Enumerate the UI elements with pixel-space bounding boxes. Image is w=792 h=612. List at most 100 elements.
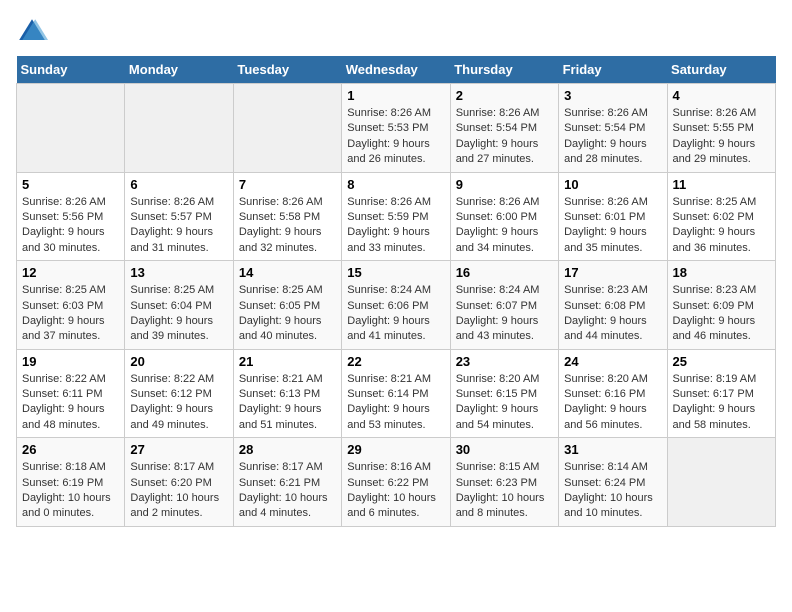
day-info: Sunrise: 8:26 AM Sunset: 5:54 PM Dayligh…: [564, 106, 661, 168]
day-number: 29: [347, 442, 444, 457]
calendar-cell: 21Sunrise: 8:21 AM Sunset: 6:13 PM Dayli…: [233, 349, 341, 438]
header-day: Sunday: [17, 56, 125, 84]
day-number: 26: [22, 442, 119, 457]
calendar-cell: 27 Sunrise: 8:17 AM Sunset: 6:20 PM Dayli…: [125, 438, 233, 527]
header-day: Tuesday: [233, 56, 341, 84]
day-info: Sunrise: 8:25 AM Sunset: 6:03 PM Dayligh…: [22, 283, 119, 345]
page-header: [16, 16, 776, 48]
calendar-cell: 7 Sunrise: 8:26 AM Sunset: 5:58 PM Daylig…: [233, 172, 341, 261]
logo: [16, 16, 52, 48]
calendar-cell: 17 Sunrise: 8:23 AM Sunset: 6:08 PM Dayli…: [559, 261, 667, 350]
day-number: 17: [564, 265, 661, 280]
day-number: 18: [673, 265, 770, 280]
calendar-cell: 4 Sunrise: 8:26 AM Sunset: 5:55 PM Daylig…: [667, 84, 775, 173]
calendar-cell: 9 Sunrise: 8:26 AM Sunset: 6:00 PM Daylig…: [450, 172, 558, 261]
day-info: Sunrise: 8:22 AM Sunset: 6:11 PM Dayligh…: [22, 372, 119, 434]
calendar-cell: [125, 84, 233, 173]
calendar-cell: 18Sunrise: 8:23 AM Sunset: 6:09 PM Dayli…: [667, 261, 775, 350]
day-number: 13: [130, 265, 227, 280]
day-info: Sunrise: 8:21 AM Sunset: 6:13 PM Dayligh…: [239, 372, 336, 434]
header-day: Thursday: [450, 56, 558, 84]
calendar-cell: 26 Sunrise: 8:18 AM Sunset: 6:19 PM Dayli…: [17, 438, 125, 527]
calendar-table: SundayMondayTuesdayWednesdayThursdayFrid…: [16, 56, 776, 527]
calendar-cell: 6 Sunrise: 8:26 AM Sunset: 5:57 PM Daylig…: [125, 172, 233, 261]
day-info: Sunrise: 8:15 AM Sunset: 6:23 PM Dayligh…: [456, 460, 553, 522]
calendar-header: SundayMondayTuesdayWednesdayThursdayFrid…: [17, 56, 776, 84]
calendar-cell: 14 Sunrise: 8:25 AM Sunset: 6:05 PM Dayli…: [233, 261, 341, 350]
day-number: 9: [456, 177, 553, 192]
calendar-cell: 15 Sunrise: 8:24 AM Sunset: 6:06 PM Dayli…: [342, 261, 450, 350]
day-info: Sunrise: 8:26 AM Sunset: 5:53 PM Dayligh…: [347, 106, 444, 168]
calendar-cell: 22Sunrise: 8:21 AM Sunset: 6:14 PM Dayli…: [342, 349, 450, 438]
calendar-body: 1 Sunrise: 8:26 AM Sunset: 5:53 PM Daylig…: [17, 84, 776, 527]
day-number: 24: [564, 354, 661, 369]
calendar-cell: 11Sunrise: 8:25 AM Sunset: 6:02 PM Dayli…: [667, 172, 775, 261]
day-info: Sunrise: 8:26 AM Sunset: 5:55 PM Dayligh…: [673, 106, 770, 168]
day-number: 22: [347, 354, 444, 369]
calendar-cell: 25 Sunrise: 8:19 AM Sunset: 6:17 PM Dayli…: [667, 349, 775, 438]
day-info: Sunrise: 8:23 AM Sunset: 6:08 PM Dayligh…: [564, 283, 661, 345]
day-number: 4: [673, 88, 770, 103]
day-info: Sunrise: 8:26 AM Sunset: 5:56 PM Dayligh…: [22, 195, 119, 257]
calendar-cell: 8Sunrise: 8:26 AM Sunset: 5:59 PM Daylig…: [342, 172, 450, 261]
calendar-cell: 13 Sunrise: 8:25 AM Sunset: 6:04 PM Dayli…: [125, 261, 233, 350]
calendar-cell: 3 Sunrise: 8:26 AM Sunset: 5:54 PM Daylig…: [559, 84, 667, 173]
day-number: 20: [130, 354, 227, 369]
day-number: 28: [239, 442, 336, 457]
day-info: Sunrise: 8:26 AM Sunset: 6:00 PM Dayligh…: [456, 195, 553, 257]
day-number: 12: [22, 265, 119, 280]
day-info: Sunrise: 8:22 AM Sunset: 6:12 PM Dayligh…: [130, 372, 227, 434]
logo-icon: [16, 16, 48, 48]
day-info: Sunrise: 8:24 AM Sunset: 6:06 PM Dayligh…: [347, 283, 444, 345]
day-number: 14: [239, 265, 336, 280]
day-number: 15: [347, 265, 444, 280]
calendar-cell: 23 Sunrise: 8:20 AM Sunset: 6:15 PM Dayli…: [450, 349, 558, 438]
day-number: 2: [456, 88, 553, 103]
day-info: Sunrise: 8:17 AM Sunset: 6:20 PM Dayligh…: [130, 460, 227, 522]
day-number: 8: [347, 177, 444, 192]
day-info: Sunrise: 8:19 AM Sunset: 6:17 PM Dayligh…: [673, 372, 770, 434]
calendar-cell: 30 Sunrise: 8:15 AM Sunset: 6:23 PM Dayli…: [450, 438, 558, 527]
calendar-cell: [17, 84, 125, 173]
calendar-cell: [233, 84, 341, 173]
day-number: 27: [130, 442, 227, 457]
day-info: Sunrise: 8:25 AM Sunset: 6:04 PM Dayligh…: [130, 283, 227, 345]
day-info: Sunrise: 8:24 AM Sunset: 6:07 PM Dayligh…: [456, 283, 553, 345]
calendar-week: 1 Sunrise: 8:26 AM Sunset: 5:53 PM Daylig…: [17, 84, 776, 173]
calendar-cell: 28 Sunrise: 8:17 AM Sunset: 6:21 PM Dayli…: [233, 438, 341, 527]
day-number: 25: [673, 354, 770, 369]
day-info: Sunrise: 8:25 AM Sunset: 6:05 PM Dayligh…: [239, 283, 336, 345]
day-info: Sunrise: 8:26 AM Sunset: 5:58 PM Dayligh…: [239, 195, 336, 257]
day-number: 1: [347, 88, 444, 103]
calendar-cell: 5 Sunrise: 8:26 AM Sunset: 5:56 PM Daylig…: [17, 172, 125, 261]
calendar-cell: 16 Sunrise: 8:24 AM Sunset: 6:07 PM Dayli…: [450, 261, 558, 350]
day-number: 19: [22, 354, 119, 369]
day-number: 23: [456, 354, 553, 369]
header-day: Wednesday: [342, 56, 450, 84]
day-info: Sunrise: 8:18 AM Sunset: 6:19 PM Dayligh…: [22, 460, 119, 522]
header-row: SundayMondayTuesdayWednesdayThursdayFrid…: [17, 56, 776, 84]
day-info: Sunrise: 8:20 AM Sunset: 6:15 PM Dayligh…: [456, 372, 553, 434]
calendar-cell: 12 Sunrise: 8:25 AM Sunset: 6:03 PM Dayli…: [17, 261, 125, 350]
calendar-cell: 29 Sunrise: 8:16 AM Sunset: 6:22 PM Dayli…: [342, 438, 450, 527]
calendar-cell: 19 Sunrise: 8:22 AM Sunset: 6:11 PM Dayli…: [17, 349, 125, 438]
header-day: Monday: [125, 56, 233, 84]
day-number: 30: [456, 442, 553, 457]
calendar-week: 5 Sunrise: 8:26 AM Sunset: 5:56 PM Daylig…: [17, 172, 776, 261]
day-info: Sunrise: 8:17 AM Sunset: 6:21 PM Dayligh…: [239, 460, 336, 522]
day-number: 31: [564, 442, 661, 457]
day-number: 5: [22, 177, 119, 192]
day-info: Sunrise: 8:14 AM Sunset: 6:24 PM Dayligh…: [564, 460, 661, 522]
calendar-week: 19 Sunrise: 8:22 AM Sunset: 6:11 PM Dayli…: [17, 349, 776, 438]
day-number: 6: [130, 177, 227, 192]
day-number: 7: [239, 177, 336, 192]
day-info: Sunrise: 8:26 AM Sunset: 5:57 PM Dayligh…: [130, 195, 227, 257]
day-number: 10: [564, 177, 661, 192]
day-number: 16: [456, 265, 553, 280]
calendar-cell: 20 Sunrise: 8:22 AM Sunset: 6:12 PM Dayli…: [125, 349, 233, 438]
calendar-cell: 31 Sunrise: 8:14 AM Sunset: 6:24 PM Dayli…: [559, 438, 667, 527]
calendar-cell: 10 Sunrise: 8:26 AM Sunset: 6:01 PM Dayli…: [559, 172, 667, 261]
day-info: Sunrise: 8:16 AM Sunset: 6:22 PM Dayligh…: [347, 460, 444, 522]
day-number: 3: [564, 88, 661, 103]
day-info: Sunrise: 8:26 AM Sunset: 6:01 PM Dayligh…: [564, 195, 661, 257]
